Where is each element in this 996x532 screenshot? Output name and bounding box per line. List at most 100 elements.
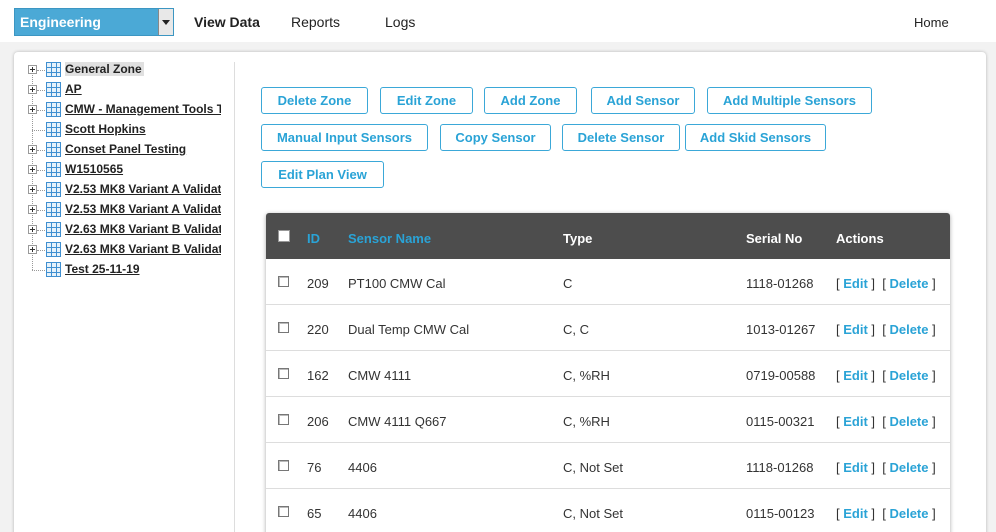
tree-item-label[interactable]: V2.63 MK8 Variant B Validatio [65,222,221,236]
add-multiple-sensors-button[interactable]: Add Multiple Sensors [707,87,872,114]
tree-item-w1510565[interactable]: W1510565 [26,160,231,178]
expand-icon[interactable] [28,145,37,154]
department-select[interactable]: Engineering [14,8,174,36]
edit-link[interactable]: Edit [843,368,868,383]
delete-link[interactable]: Delete [889,322,928,337]
cell-id: 206 [307,414,329,429]
table-row: 220 Dual Temp CMW Cal C, C 1013-01267 [ … [266,305,950,351]
edit-link[interactable]: Edit [843,414,868,429]
tree-item-label[interactable]: Test 25-11-19 [65,262,221,276]
cell-sensor-name: CMW 4111 Q667 [348,414,447,429]
row-checkbox[interactable] [278,460,289,471]
edit-link[interactable]: Edit [843,322,868,337]
tree-item-general-zone[interactable]: General Zone [26,60,231,78]
cell-id: 65 [307,506,322,521]
row-checkbox[interactable] [278,414,289,425]
zone-grid-icon [46,122,61,137]
tree-item-label[interactable]: V2.53 MK8 Variant A Validatio [65,202,221,216]
edit-link[interactable]: Edit [843,506,868,521]
row-checkbox[interactable] [278,506,289,517]
zone-grid-icon [46,182,61,197]
header-actions: Actions [836,231,884,246]
cell-serial: 1118-01268 [746,460,814,475]
tree-item-scott-hopkins[interactable]: Scott Hopkins [26,120,231,138]
edit-link[interactable]: Edit [843,276,868,291]
delete-link[interactable]: Delete [889,276,928,291]
header-serial-no: Serial No [746,231,803,246]
expand-icon[interactable] [28,185,37,194]
tree-item-v253-variant-a-1[interactable]: V2.53 MK8 Variant A Validatio [26,180,231,198]
expand-icon[interactable] [28,165,37,174]
tree-item-label[interactable]: AP [65,82,221,96]
copy-sensor-button[interactable]: Copy Sensor [440,124,551,151]
tree-branch-line [37,190,45,191]
expand-icon[interactable] [28,245,37,254]
tree-item-ap[interactable]: AP [26,80,231,98]
tree-item-label[interactable]: Scott Hopkins [65,122,221,136]
expand-icon[interactable] [28,65,37,74]
tree-item-label[interactable]: Conset Panel Testing [65,142,221,156]
cell-id: 76 [307,460,322,475]
header-type: Type [563,231,593,246]
delete-link[interactable]: Delete [889,460,928,475]
tree-item-cmw-management-tools[interactable]: CMW - Management Tools Te [26,100,231,118]
cell-type: C, %RH [563,368,610,383]
table-row: 209 PT100 CMW Cal C 1118-01268 [ Edit ] … [266,259,950,305]
delete-zone-button[interactable]: Delete Zone [261,87,368,114]
tree-item-v263-variant-b-1[interactable]: V2.63 MK8 Variant B Validatio [26,220,231,238]
cell-type: C, C [563,322,589,337]
edit-plan-view-button[interactable]: Edit Plan View [261,161,384,188]
tree-item-label[interactable]: V2.53 MK8 Variant A Validatio [65,182,221,196]
edit-link[interactable]: Edit [843,460,868,475]
tree-item-label[interactable]: CMW - Management Tools Te [65,102,221,116]
tree-item-label[interactable]: General Zone [65,62,144,76]
expand-icon[interactable] [28,205,37,214]
table-header: ID Sensor Name Type Serial No Actions [266,213,950,259]
zone-grid-icon [46,222,61,237]
table-row: 162 CMW 4111 C, %RH 0719-00588 [ Edit ] … [266,351,950,397]
row-checkbox[interactable] [278,276,289,287]
add-zone-button[interactable]: Add Zone [484,87,577,114]
select-all-checkbox[interactable] [278,230,290,242]
delete-sensor-button[interactable]: Delete Sensor [562,124,680,151]
nav-home[interactable]: Home [914,15,949,30]
nav-reports[interactable]: Reports [291,14,340,30]
header-sensor-name[interactable]: Sensor Name [348,231,431,246]
edit-zone-button[interactable]: Edit Zone [380,87,473,114]
cell-serial: 0115-00123 [746,506,815,521]
tree-item-test-25-11-19[interactable]: Test 25-11-19 [26,260,231,278]
zone-grid-icon [46,102,61,117]
row-actions: [ Edit ] [ Delete ] [836,322,936,337]
delete-link[interactable]: Delete [889,414,928,429]
chevron-down-icon[interactable] [158,9,173,35]
header-id[interactable]: ID [307,231,320,246]
zone-grid-icon [46,82,61,97]
tree-item-v253-variant-a-2[interactable]: V2.53 MK8 Variant A Validatio [26,200,231,218]
expand-icon[interactable] [28,105,37,114]
cell-sensor-name: 4406 [348,460,377,475]
main-panel: General Zone AP CMW - Management Tools T… [14,52,986,532]
expand-icon[interactable] [28,225,37,234]
tree-branch-line [32,270,45,271]
tree-item-label[interactable]: V2.63 MK8 Variant B Validatio [65,242,221,256]
row-checkbox[interactable] [278,322,289,333]
add-skid-sensors-button[interactable]: Add Skid Sensors [685,124,826,151]
expand-icon[interactable] [28,85,37,94]
department-select-value: Engineering [20,14,101,30]
tree-item-conset-panel-testing[interactable]: Conset Panel Testing [26,140,231,158]
cell-serial: 1013-01267 [746,322,816,337]
cell-id: 209 [307,276,329,291]
delete-link[interactable]: Delete [889,368,928,383]
row-actions: [ Edit ] [ Delete ] [836,460,936,475]
add-sensor-button[interactable]: Add Sensor [591,87,695,114]
zone-grid-icon [46,262,61,277]
row-checkbox[interactable] [278,368,289,379]
tree-item-v263-variant-b-2[interactable]: V2.63 MK8 Variant B Validatio [26,240,231,258]
delete-link[interactable]: Delete [889,506,928,521]
nav-logs[interactable]: Logs [385,14,415,30]
zone-grid-icon [46,202,61,217]
nav-view-data[interactable]: View Data [194,14,260,30]
manual-input-sensors-button[interactable]: Manual Input Sensors [261,124,428,151]
tree-item-label[interactable]: W1510565 [65,162,221,176]
row-actions: [ Edit ] [ Delete ] [836,506,936,521]
